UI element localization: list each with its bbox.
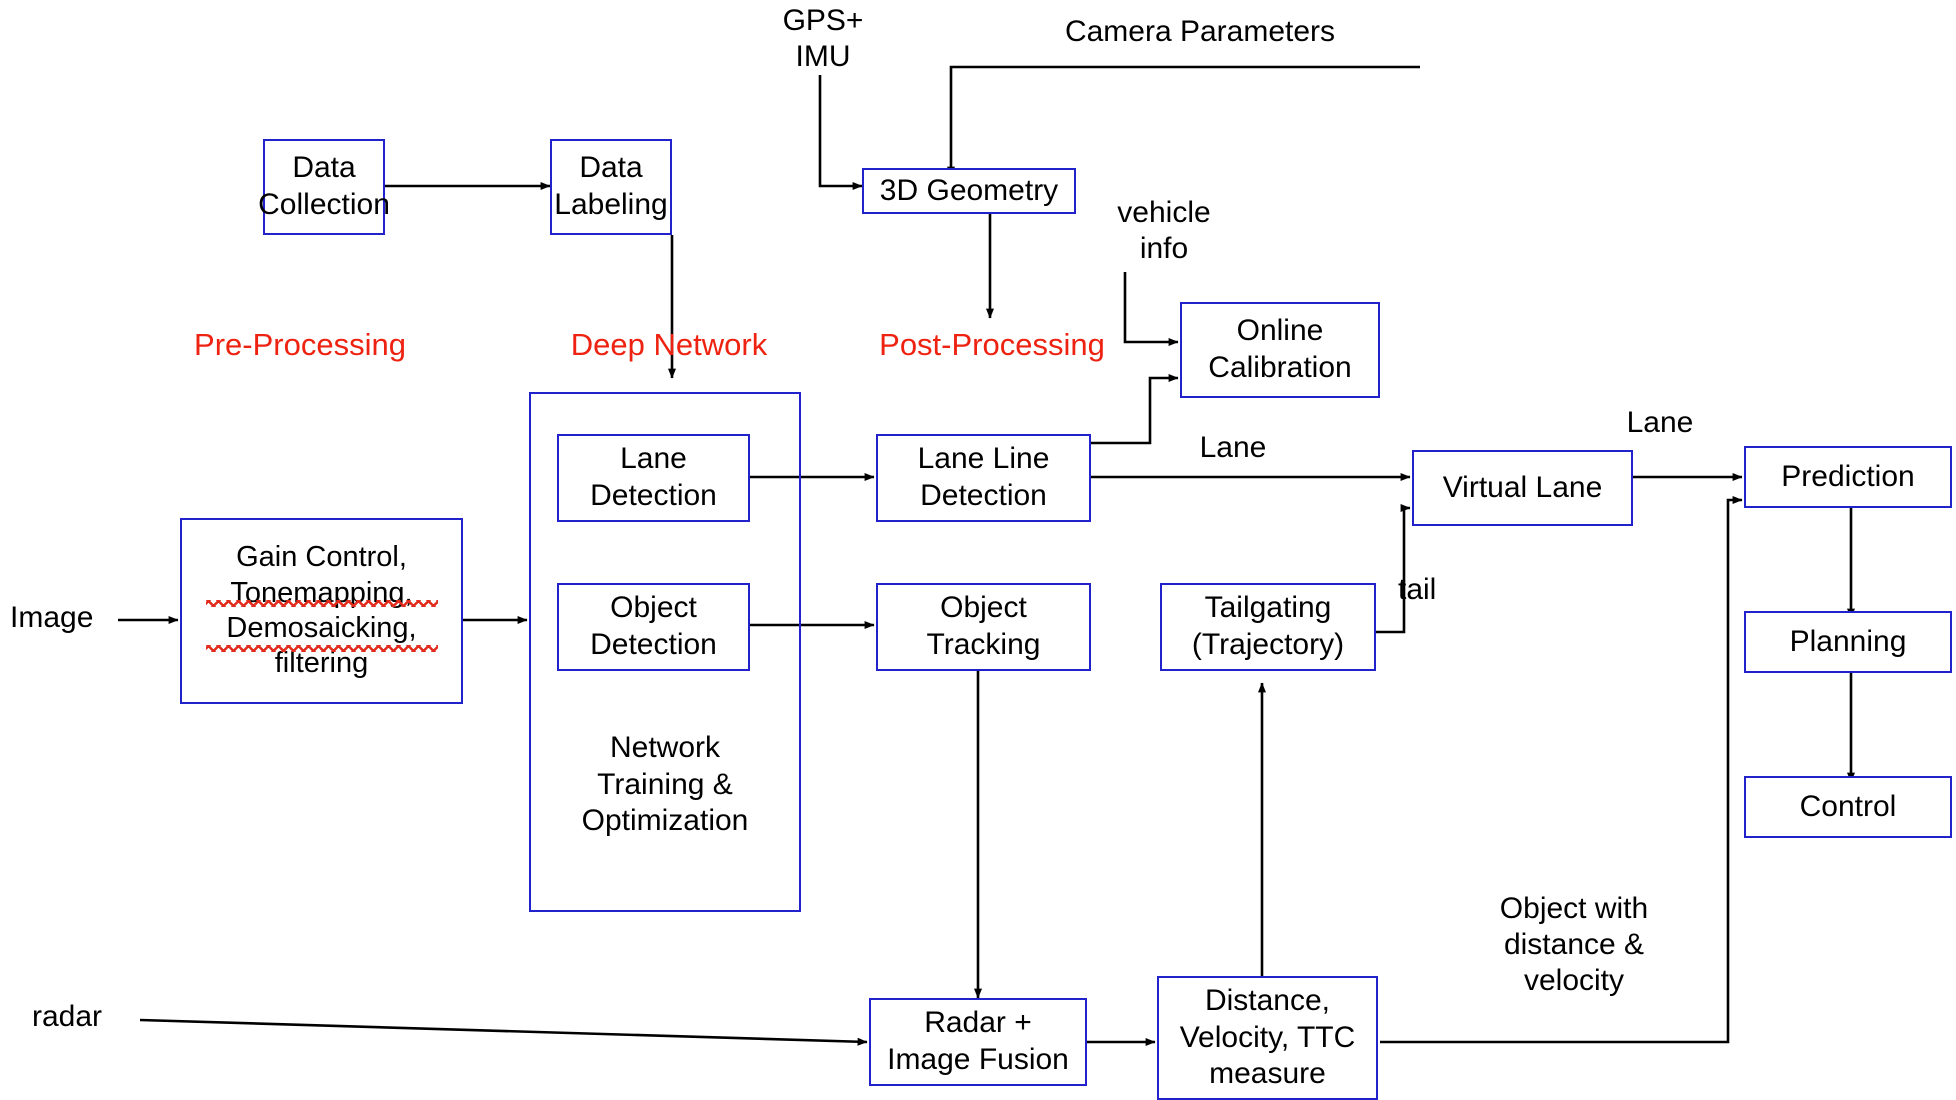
edge-label-object-with-distance-velocity: Object with distance & velocity [1499, 892, 1649, 997]
edge-camparams-to-3dgeometry [947, 65, 1420, 177]
node-3d-geometry[interactable]: 3D Geometry [862, 168, 1076, 214]
node-lane-line-detection[interactable]: Lane Line Detection [876, 434, 1091, 522]
node-distance-velocity-ttc[interactable]: Distance, Velocity, TTC measure [1157, 976, 1378, 1100]
edge-label-gps-imu: GPS+ IMU [782, 4, 864, 73]
edge-radar-to-fusion [139, 1018, 868, 1046]
node-radar-image-fusion[interactable]: Radar + Image Fusion [869, 998, 1087, 1086]
edge-label-vehicle-info: vehicle info [1117, 196, 1211, 265]
node-object-detection[interactable]: Object Detection [557, 583, 750, 671]
node-online-calibration[interactable]: Online Calibration [1180, 302, 1380, 398]
diagram-canvas: Data Collection Data Labeling 3D Geometr… [0, 0, 1956, 1100]
edge-label-camera-parameters: Camera Parameters [1064, 15, 1336, 48]
edge-label-tail: tail [1398, 573, 1437, 606]
edge-tailgating-to-virtuallane [1376, 504, 1411, 634]
spellcheck-underline-demosaicking [206, 645, 438, 652]
spellcheck-underline-tonemapping [206, 600, 438, 607]
stage-label-post-processing: Post-Processing [879, 327, 1105, 362]
stage-label-pre-processing: Pre-Processing [194, 327, 406, 362]
node-object-tracking[interactable]: Object Tracking [876, 583, 1091, 671]
node-data-labeling[interactable]: Data Labeling [550, 139, 672, 235]
node-control[interactable]: Control [1744, 776, 1952, 838]
node-planning[interactable]: Planning [1744, 611, 1952, 673]
node-tailgating[interactable]: Tailgating (Trajectory) [1160, 583, 1376, 671]
node-lane-detection[interactable]: Lane Detection [557, 434, 750, 522]
stage-label-deep-network: Deep Network [570, 327, 768, 362]
edge-laneline-to-calibration [1091, 374, 1179, 445]
node-virtual-lane[interactable]: Virtual Lane [1412, 450, 1633, 526]
edge-vehicleinfo-to-calibration [1123, 272, 1179, 346]
edge-label-lane-in: Lane [1199, 431, 1267, 464]
group-deep-network-caption: Network Training & Optimization [581, 731, 749, 838]
edge-label-image-input: Image [10, 601, 94, 634]
node-data-collection[interactable]: Data Collection [258, 139, 390, 235]
node-prediction[interactable]: Prediction [1744, 446, 1952, 508]
edge-label-lane-out: Lane [1626, 406, 1694, 439]
edge-label-radar-input: radar [32, 1000, 103, 1033]
edge-gpsimu-to-3dgeometry [818, 75, 863, 190]
node-gain-control[interactable]: Gain Control, Tonemapping, Demosaicking,… [180, 518, 463, 704]
